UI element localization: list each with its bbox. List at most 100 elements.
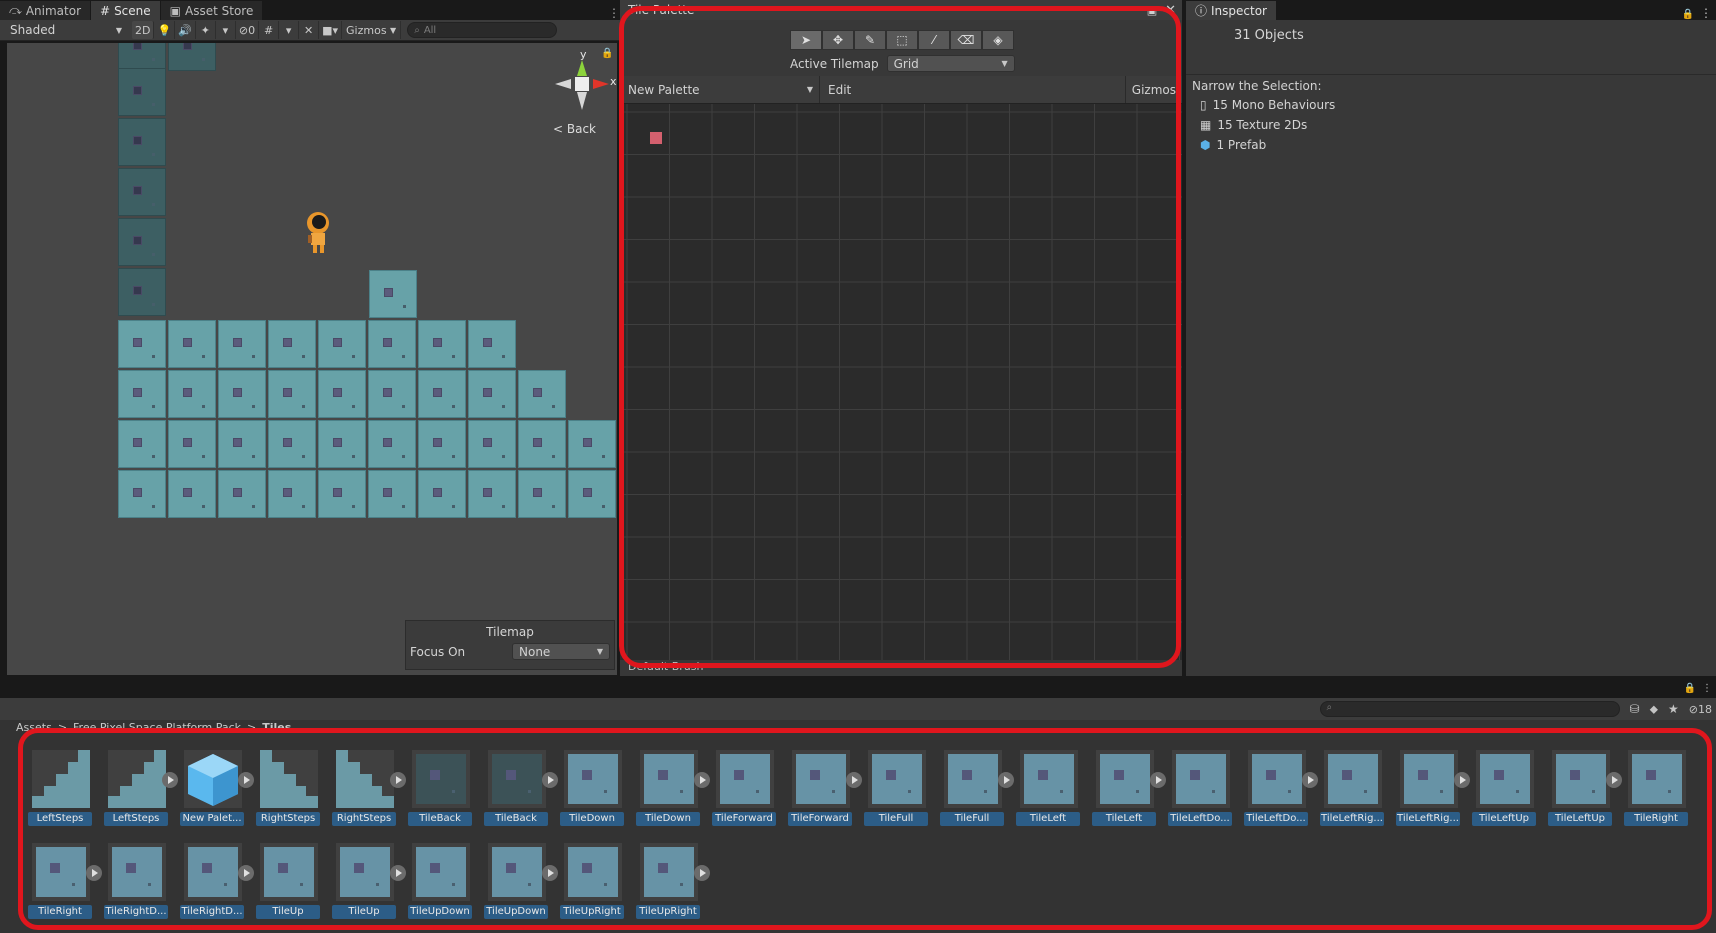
palette-tile-marker[interactable]: [650, 132, 662, 144]
asset-item[interactable]: TileDown: [558, 750, 630, 840]
project-menu-icon[interactable]: ⋮: [1702, 683, 1712, 694]
asset-item[interactable]: TileForward: [710, 750, 782, 840]
lock-icon[interactable]: 🔒: [1684, 683, 1696, 694]
breadcrumb-pack[interactable]: Free Pixel Space Platform Pack: [73, 721, 241, 734]
scene-view[interactable]: y x < Back 🔒 Tilemap Focus On None ▼: [7, 43, 617, 675]
breadcrumb-assets[interactable]: Assets: [16, 721, 52, 734]
asset-item[interactable]: TileRightD...: [102, 843, 174, 933]
asset-item[interactable]: TileUp: [254, 843, 326, 933]
paint-brush-icon[interactable]: ✎: [854, 30, 886, 50]
edit-button[interactable]: Edit: [820, 83, 859, 97]
asset-item[interactable]: TileUpDown: [482, 843, 558, 933]
lock-icon[interactable]: 🔒: [601, 48, 613, 60]
asset-item[interactable]: TileRight: [1622, 750, 1694, 840]
tab-asset-store[interactable]: ▣ Asset Store: [160, 1, 264, 20]
asset-item[interactable]: TileLeft: [1014, 750, 1086, 840]
expand-play-icon[interactable]: [1606, 772, 1622, 788]
hidden-packages-toggle[interactable]: ⊘18: [1689, 703, 1712, 716]
expand-play-icon[interactable]: [390, 772, 406, 788]
palette-gizmos-button[interactable]: Gizmos: [1124, 76, 1182, 103]
lighting-toggle-icon[interactable]: 💡: [154, 21, 176, 39]
asset-item[interactable]: RightSteps: [330, 750, 406, 840]
hidden-objects-toggle[interactable]: ⊘ 0: [236, 21, 260, 39]
asset-item[interactable]: TileUpDown: [406, 843, 478, 933]
asset-item[interactable]: TileForward: [786, 750, 862, 840]
expand-play-icon[interactable]: [238, 772, 254, 788]
asset-item[interactable]: TileLeftUp: [1470, 750, 1542, 840]
effects-dropdown-icon[interactable]: ▾: [216, 21, 236, 39]
grid-toggle-icon[interactable]: #: [259, 21, 280, 39]
selection-type-item[interactable]: ▦ 15 Texture 2Ds: [1186, 115, 1716, 135]
expand-play-icon[interactable]: [1302, 772, 1318, 788]
move-tool-icon[interactable]: ✥: [822, 30, 854, 50]
expand-play-icon[interactable]: [846, 772, 862, 788]
tab-scene[interactable]: # Scene: [91, 1, 161, 20]
asset-item[interactable]: TileUpRight: [558, 843, 630, 933]
asset-item[interactable]: TileLeftRig...: [1394, 750, 1470, 840]
back-view-label[interactable]: < Back: [553, 122, 596, 136]
asset-item[interactable]: TileDown: [634, 750, 710, 840]
asset-item[interactable]: LeftSteps: [26, 750, 98, 840]
scene-orientation-gizmo[interactable]: y x < Back: [547, 48, 617, 148]
expand-play-icon[interactable]: [1454, 772, 1470, 788]
player-character[interactable]: [302, 211, 334, 255]
camera-icon[interactable]: ■▾: [319, 21, 343, 39]
asset-item[interactable]: New Palet...: [178, 750, 254, 840]
asset-item[interactable]: TileRightD...: [178, 843, 254, 933]
focus-on-dropdown[interactable]: None ▼: [512, 643, 610, 660]
expand-play-icon[interactable]: [998, 772, 1014, 788]
expand-play-icon[interactable]: [86, 865, 102, 881]
fill-bucket-icon[interactable]: ◈: [982, 30, 1014, 50]
effects-toggle-icon[interactable]: ✦: [196, 21, 216, 39]
close-icon[interactable]: ✕: [1165, 3, 1176, 18]
expand-play-icon[interactable]: [390, 865, 406, 881]
active-tilemap-dropdown[interactable]: Grid ▼: [886, 55, 1015, 72]
asset-item[interactable]: TileRight: [26, 843, 102, 933]
project-search-input[interactable]: ⌕: [1319, 701, 1620, 717]
scene-search-input[interactable]: ⌕ All: [407, 22, 558, 38]
select-tool-icon[interactable]: ➤: [790, 30, 822, 50]
tools-icon[interactable]: ✕: [299, 21, 320, 39]
selection-type-item[interactable]: ⬢ 1 Prefab: [1186, 135, 1716, 155]
expand-play-icon[interactable]: [694, 772, 710, 788]
inspector-menu-icon[interactable]: ⋮: [1700, 6, 1712, 20]
asset-item[interactable]: TileLeftDo...: [1242, 750, 1318, 840]
asset-item[interactable]: TileLeftRig...: [1318, 750, 1390, 840]
expand-play-icon[interactable]: [542, 772, 558, 788]
asset-item[interactable]: TileLeft: [1090, 750, 1166, 840]
2d-toggle-button[interactable]: 2D: [132, 21, 155, 39]
asset-item[interactable]: RightSteps: [254, 750, 326, 840]
asset-item[interactable]: LeftSteps: [102, 750, 178, 840]
expand-play-icon[interactable]: [542, 865, 558, 881]
asset-item[interactable]: TileFull: [938, 750, 1014, 840]
lock-icon[interactable]: 🔒: [1682, 9, 1694, 20]
tab-inspector[interactable]: ⓘ Inspector: [1186, 1, 1277, 20]
filter-by-type-icon[interactable]: ⛁: [1630, 702, 1640, 716]
expand-play-icon[interactable]: [694, 865, 710, 881]
expand-play-icon[interactable]: [1150, 772, 1166, 788]
asset-item[interactable]: TileUp: [330, 843, 406, 933]
picker-icon[interactable]: ⁄: [918, 30, 950, 50]
asset-item[interactable]: TileLeftDo...: [1166, 750, 1238, 840]
audio-toggle-icon[interactable]: 🔊: [175, 21, 196, 39]
default-brush-label[interactable]: Default Brush: [628, 660, 703, 673]
shading-dropdown[interactable]: Shaded ▼: [4, 22, 128, 39]
expand-play-icon[interactable]: [238, 865, 254, 881]
asset-item[interactable]: TileBack: [406, 750, 478, 840]
favorites-icon[interactable]: ★: [1668, 702, 1679, 716]
expand-play-icon[interactable]: [162, 772, 178, 788]
eraser-icon[interactable]: ⌫: [950, 30, 982, 50]
palette-dropdown[interactable]: New Palette ▼: [620, 76, 820, 103]
selection-type-item[interactable]: ▯ 15 Mono Behaviours: [1186, 95, 1716, 115]
scene-menu-icon[interactable]: ⋮: [608, 6, 620, 20]
tab-animator[interactable]: ⤼ Animator: [0, 1, 91, 20]
grid-dropdown-icon[interactable]: ▾: [279, 21, 300, 39]
filter-by-label-icon[interactable]: ⬥: [1650, 702, 1658, 717]
box-fill-icon[interactable]: ⬚: [886, 30, 918, 50]
asset-item[interactable]: TileFull: [862, 750, 934, 840]
palette-grid[interactable]: [620, 104, 1182, 660]
maximize-icon[interactable]: ▣: [1147, 4, 1157, 17]
asset-item[interactable]: TileUpRight: [634, 843, 710, 933]
gizmos-dropdown[interactable]: Gizmos ▼: [342, 21, 402, 39]
breadcrumb-tiles[interactable]: Tiles: [262, 721, 291, 734]
